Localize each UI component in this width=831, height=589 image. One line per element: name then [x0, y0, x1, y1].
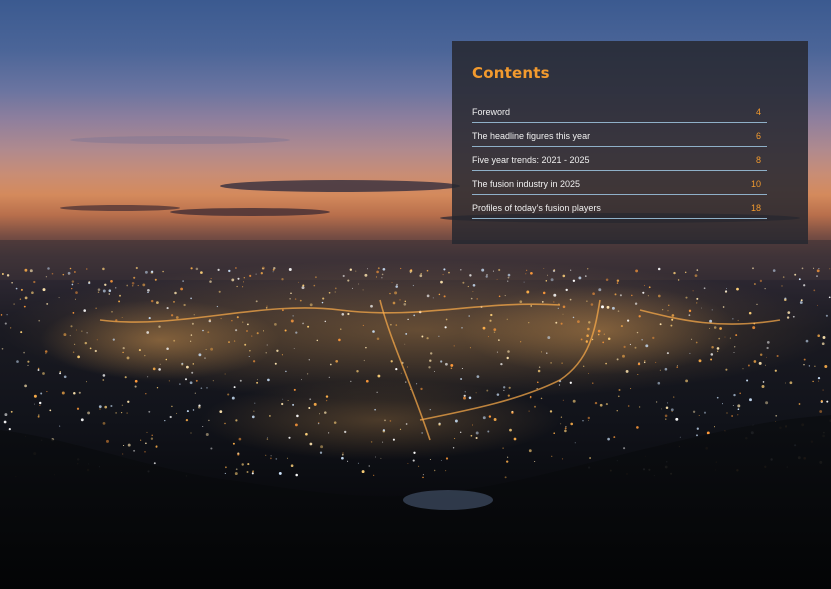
report-page: Contents Foreword 4 The headline figures…	[0, 0, 831, 589]
toc-item-page: 6	[755, 131, 761, 141]
toc-item-foreword[interactable]: Foreword 4	[472, 99, 767, 123]
contents-panel: Contents Foreword 4 The headline figures…	[452, 41, 808, 244]
contents-title: Contents	[472, 64, 550, 82]
toc-item-label: Five year trends: 2021 - 2025	[472, 155, 590, 165]
toc-item-page: 8	[755, 155, 761, 165]
toc-item-label: Profiles of today’s fusion players	[472, 203, 601, 213]
toc-list: Foreword 4 The headline figures this yea…	[472, 99, 767, 219]
toc-item-five-year-trends[interactable]: Five year trends: 2021 - 2025 8	[472, 147, 767, 171]
toc-item-page: 18	[750, 203, 761, 213]
toc-item-page: 4	[755, 107, 761, 117]
reservoir	[403, 490, 493, 510]
toc-item-headline-figures[interactable]: The headline figures this year 6	[472, 123, 767, 147]
toc-item-profiles[interactable]: Profiles of today’s fusion players 18	[472, 195, 767, 219]
city-glow	[0, 260, 831, 460]
toc-item-label: The fusion industry in 2025	[472, 179, 581, 189]
toc-item-label: The headline figures this year	[472, 131, 591, 141]
toc-item-label: Foreword	[472, 107, 511, 117]
toc-item-page: 10	[750, 179, 761, 189]
toc-item-fusion-industry[interactable]: The fusion industry in 2025 10	[472, 171, 767, 195]
